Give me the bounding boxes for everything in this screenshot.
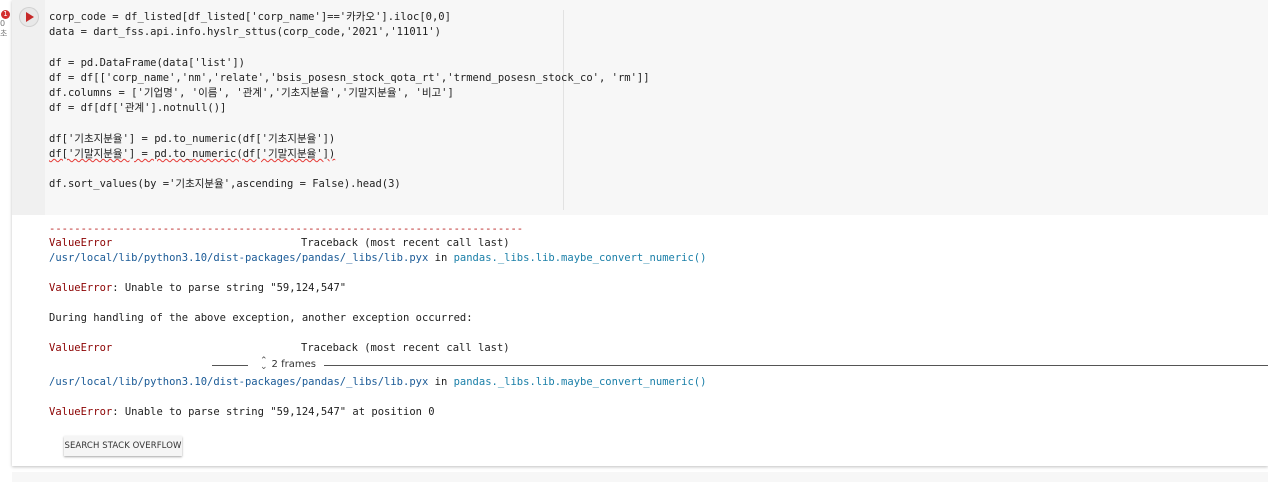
code-line: df.sort_values(by ='기초지분율',ascending = F… (49, 178, 401, 191)
traceback-header-2: ValueError Traceback (most recent call la… (49, 341, 510, 356)
traceback-function: pandas._libs.lib.maybe_convert_numeric() (453, 252, 707, 264)
error-count-badge: 1 (1, 10, 10, 19)
frames-divider-left (212, 365, 248, 366)
code-cell-gutter (12, 0, 45, 215)
error-type: ValueError (49, 342, 113, 354)
traceback-in: in (428, 252, 454, 264)
traceback-function: pandas._libs.lib.maybe_convert_numeric() (453, 376, 707, 388)
during-handling-text: During handling of the above exception, … (49, 312, 473, 324)
next-cell[interactable] (12, 472, 1268, 482)
expand-frames-toggle[interactable]: ⌃ ⌄ 2 frames (260, 356, 316, 372)
play-icon (26, 12, 34, 22)
traceback-label: Traceback (most recent call last) (301, 342, 510, 354)
code-line: data = dart_fss.api.info.hyslr_sttus(cor… (49, 26, 441, 39)
frames-label: 2 frames (271, 358, 316, 370)
traceback-frame-2: /usr/local/lib/python3.10/dist-packages/… (49, 375, 706, 390)
frames-divider-right (324, 365, 1268, 366)
code-line: df['기초지분율'] = pd.to_numeric(df['기초지분율']) (49, 132, 336, 145)
traceback-frame-1: /usr/local/lib/python3.10/dist-packages/… (49, 251, 706, 266)
code-line: corp_code = df_listed[df_listed['corp_na… (49, 11, 451, 23)
traceback-label: Traceback (most recent call last) (301, 237, 510, 249)
expand-collapse-icon: ⌃ ⌄ (260, 356, 268, 372)
code-line: df = df[['corp_name','nm','relate','bsis… (49, 71, 650, 84)
error-text: : Unable to parse string "59,124,547" (112, 282, 347, 294)
search-stack-overflow-button[interactable]: SEARCH STACK OVERFLOW (64, 436, 182, 456)
execution-count: 0초 (0, 19, 8, 38)
error-text: : Unable to parse string "59,124,547" at… (112, 406, 435, 418)
code-cell[interactable]: corp_code = df_listed[df_listed['corp_na… (12, 0, 1268, 466)
code-text[interactable]: corp_code = df_listed[df_listed['corp_na… (49, 10, 650, 192)
cell-gutter: 1 0초 (0, 0, 12, 482)
traceback-header-1: ValueError Traceback (most recent call la… (49, 236, 510, 251)
error-type: ValueError (49, 237, 113, 249)
traceback-file-link[interactable]: /usr/local/lib/python3.10/dist-packages/… (49, 252, 428, 264)
collapsed-frames-row: ⌃ ⌄ 2 frames (212, 356, 1268, 372)
code-line-error-underlined: df['기말지분율'] = pd.to_numeric(df['기말지분율']) (49, 147, 336, 160)
traceback-in: in (428, 376, 454, 388)
cell-output: ----------------------------------------… (49, 222, 1268, 418)
code-line: df = df[df['관계'].notnull()] (49, 102, 227, 115)
traceback-file-link[interactable]: /usr/local/lib/python3.10/dist-packages/… (49, 376, 428, 388)
error-type: ValueError (49, 406, 113, 418)
error-type: ValueError (49, 282, 113, 294)
traceback-separator: ----------------------------------------… (49, 223, 524, 235)
run-cell-button[interactable] (20, 8, 38, 26)
code-line: df = pd.DataFrame(data['list']) (49, 56, 245, 69)
error-message-2: ValueError: Unable to parse string "59,1… (49, 405, 435, 420)
code-line: df.columns = ['기업명', '이름', '관계','기초지분율',… (49, 87, 454, 100)
error-message-1: ValueError: Unable to parse string "59,1… (49, 281, 346, 296)
